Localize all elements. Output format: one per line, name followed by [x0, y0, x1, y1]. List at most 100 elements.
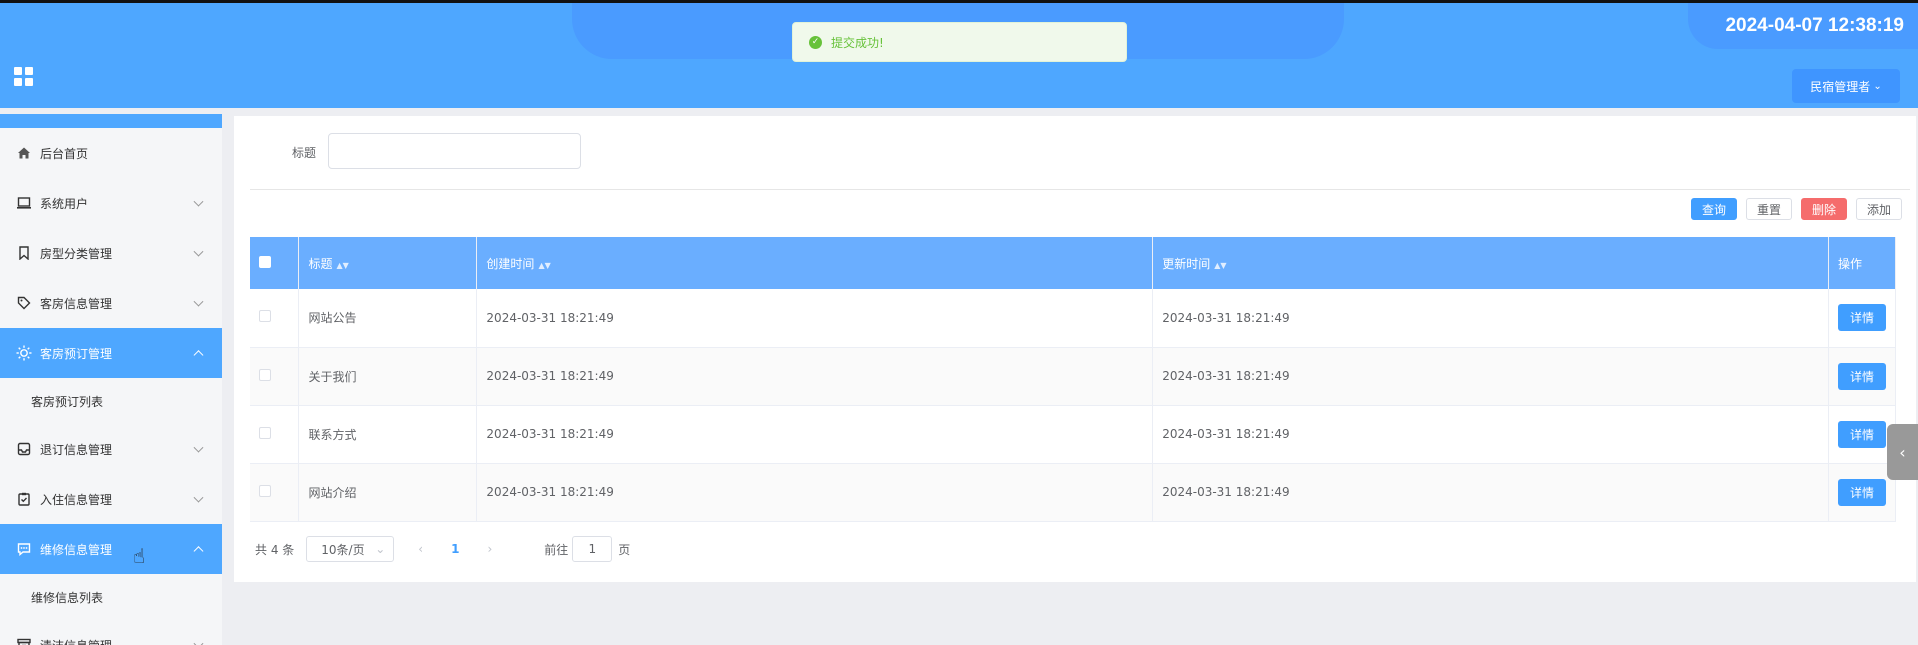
sidebar-item-room-info[interactable]: 客房信息管理 [0, 278, 222, 328]
collapse-panel-button[interactable]: ‹ [1887, 424, 1918, 480]
chevron-up-icon [193, 350, 204, 361]
chevron-down-icon: ⌄ [1873, 80, 1882, 92]
box-icon [16, 637, 32, 645]
chevron-down-icon [193, 246, 204, 257]
pagination-total: 共 4 条 [255, 542, 295, 557]
cell-created: 2024-03-31 18:21:49 [476, 347, 1154, 406]
cell-created: 2024-03-31 18:21:49 [476, 463, 1154, 522]
sidebar-item-unsubscribe[interactable]: 退订信息管理 [0, 424, 222, 474]
sort-icon[interactable]: ▲▼ [538, 261, 550, 270]
table-row: 关于我们 2024-03-31 18:21:49 2024-03-31 18:2… [250, 347, 1897, 406]
sidebar-item-checkin[interactable]: 入住信息管理 [0, 474, 222, 524]
action-buttons: 查询 重置 删除 添加 [1690, 198, 1902, 220]
sidebar: 后台首页 系统用户 房型分类管理 客房信息管理 客房预订管理 客房预订列表 退订… [0, 114, 222, 645]
user-menu-label: 民宿管理者 [1810, 79, 1871, 94]
sidebar-subitem-booking-list[interactable]: 客房预订列表 [0, 378, 222, 424]
sidebar-item-label: 维修信息管理 [40, 542, 113, 557]
sidebar-item-room-booking[interactable]: 客房预订管理 [0, 328, 222, 378]
select-all-cell [250, 237, 300, 289]
cell-updated: 2024-03-31 18:21:49 [1152, 289, 1829, 348]
table-row: 网站介绍 2024-03-31 18:21:49 2024-03-31 18:2… [250, 463, 1897, 522]
chevron-down-icon [193, 296, 204, 307]
success-toast: ✓ 提交成功! [792, 22, 1127, 62]
sidebar-item-label: 房型分类管理 [40, 246, 113, 261]
check-circle-icon: ✓ [809, 35, 822, 49]
delete-button[interactable]: 删除 [1800, 198, 1847, 220]
goto-page-input[interactable]: 1 [572, 536, 613, 562]
chevron-left-icon: ‹ [1899, 442, 1906, 462]
chevron-down-icon [193, 442, 204, 453]
chevron-down-icon [193, 638, 204, 645]
add-button[interactable]: 添加 [1855, 198, 1902, 220]
chevron-down-icon [193, 196, 204, 207]
sidebar-item-label: 后台首页 [40, 146, 89, 161]
sidebar-item-room-type[interactable]: 房型分类管理 [0, 228, 222, 278]
prev-page-icon[interactable]: ‹ [418, 542, 423, 556]
sidebar-item-system-users[interactable]: 系统用户 [0, 178, 222, 228]
sidebar-item-label: 入住信息管理 [40, 492, 113, 507]
sidebar-item-label: 清洁信息管理 [40, 637, 112, 645]
column-header-created[interactable]: 创建时间 ▲▼ [476, 237, 1154, 289]
detail-button[interactable]: 详情 [1837, 362, 1886, 390]
laptop-icon [16, 195, 32, 211]
search-title-input[interactable] [328, 133, 581, 169]
cell-updated: 2024-03-31 18:21:49 [1152, 347, 1829, 406]
clock-panel: 2024-04-07 12:38:19 [1688, 3, 1918, 49]
detail-button[interactable]: 详情 [1837, 478, 1886, 506]
sidebar-item-maintenance[interactable]: 维修信息管理 [0, 524, 222, 574]
sun-icon [16, 345, 32, 361]
sidebar-item-label: 客房信息管理 [40, 296, 113, 311]
cell-created: 2024-03-31 18:21:49 [476, 289, 1154, 348]
bookmark-icon [16, 245, 32, 261]
row-checkbox[interactable] [259, 368, 271, 381]
cell-updated: 2024-03-31 18:21:49 [1152, 405, 1829, 464]
message-icon [16, 541, 32, 557]
sidebar-item-cleaning[interactable]: 清洁信息管理 [0, 620, 222, 645]
sidebar-item-home[interactable]: 后台首页 [0, 128, 222, 178]
sort-icon[interactable]: ▲▼ [337, 261, 349, 270]
clock-display: 2024-04-07 12:38:19 [1725, 15, 1904, 36]
chevron-up-icon [193, 546, 204, 557]
detail-button[interactable]: 详情 [1837, 304, 1886, 332]
data-table: 标题 ▲▼ 创建时间 ▲▼ 更新时间 ▲▼ 操作 网站公告 2024-03-31 18… [250, 237, 1897, 522]
sidebar-item-label: 系统用户 [40, 196, 89, 211]
table-header-row: 标题 ▲▼ 创建时间 ▲▼ 更新时间 ▲▼ 操作 [250, 237, 1897, 289]
page-suffix-label: 页 [618, 542, 631, 557]
search-form: 标题 [250, 116, 1910, 190]
column-header-actions: 操作 [1828, 237, 1897, 289]
page-number-current[interactable]: 1 [451, 542, 459, 556]
inbox-icon [16, 441, 32, 457]
next-page-icon[interactable]: › [487, 542, 492, 556]
toast-message: 提交成功! [831, 35, 884, 50]
home-icon [16, 145, 32, 161]
cell-title: 关于我们 [298, 347, 478, 406]
table-row: 网站公告 2024-03-31 18:21:49 2024-03-31 18:2… [250, 289, 1897, 348]
reset-button[interactable]: 重置 [1745, 198, 1792, 220]
cell-created: 2024-03-31 18:21:49 [476, 405, 1154, 464]
row-checkbox[interactable] [259, 310, 271, 323]
column-header-updated[interactable]: 更新时间 ▲▼ [1152, 237, 1829, 289]
user-menu-button[interactable]: 民宿管理者 ⌄ [1792, 69, 1900, 103]
row-checkbox[interactable] [259, 484, 271, 497]
sidebar-top-strip [0, 114, 222, 128]
sidebar-item-label: 客房预订管理 [40, 346, 113, 361]
chevron-down-icon: ⌄ [375, 542, 386, 556]
column-header-title[interactable]: 标题 ▲▼ [298, 237, 478, 289]
query-button[interactable]: 查询 [1690, 198, 1737, 220]
detail-button[interactable]: 详情 [1837, 420, 1886, 448]
select-all-checkbox[interactable] [259, 255, 271, 268]
pagination: 共 4 条 10条/页 ⌄ ‹ 1 › 前往 1 页 [255, 536, 630, 562]
sidebar-item-label: 退订信息管理 [40, 442, 113, 457]
row-checkbox[interactable] [259, 426, 271, 439]
hand-cursor-icon: ☝ [133, 544, 146, 568]
page-size-select[interactable]: 10条/页 ⌄ [306, 536, 395, 562]
clipboard-icon [16, 491, 32, 507]
sort-icon[interactable]: ▲▼ [1214, 261, 1226, 270]
menu-grid-icon[interactable] [14, 67, 33, 86]
table-row: 联系方式 2024-03-31 18:21:49 2024-03-31 18:2… [250, 405, 1897, 464]
main-panel: 标题 查询 重置 删除 添加 标题 ▲▼ 创建时间 ▲▼ 更新时间 ▲▼ 操作 网站公… [234, 116, 1916, 582]
cell-title: 网站介绍 [298, 463, 478, 522]
tag-icon [16, 295, 32, 311]
cell-title: 网站公告 [298, 289, 478, 348]
sidebar-subitem-maintenance-list[interactable]: 维修信息列表 [0, 574, 222, 620]
